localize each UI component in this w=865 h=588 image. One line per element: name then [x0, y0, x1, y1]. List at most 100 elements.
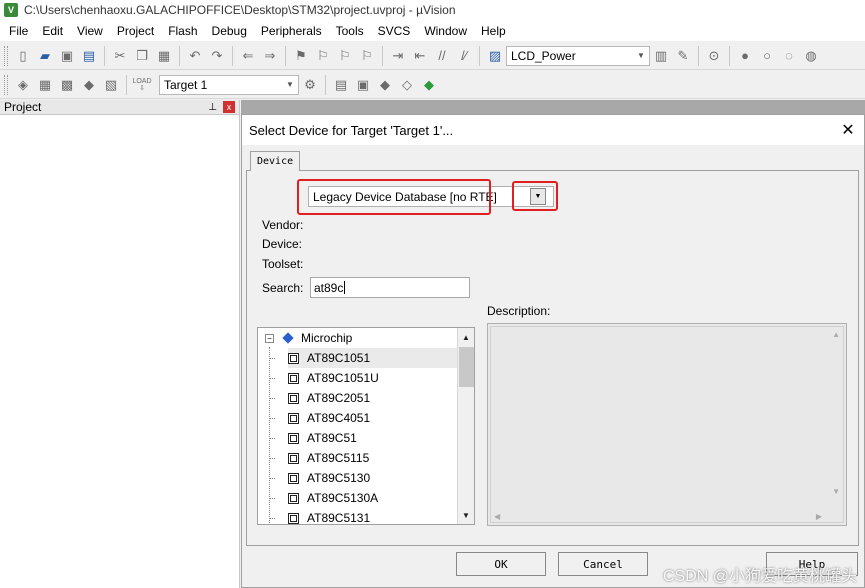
paste-icon[interactable]: ▦ [155, 47, 173, 65]
chip-icon [288, 352, 299, 364]
main-toolbar: ▯ ▰ ▣ ▤ ✂ ❐ ▦ ↶ ↷ ⇐ ⇒ ⚑ ⚐ ⚐ ⚐ ⇥ ⇤ // /⁄ … [0, 42, 865, 70]
scroll-up-icon[interactable]: ▲ [832, 330, 840, 339]
menu-peripherals[interactable]: Peripherals [254, 24, 329, 38]
search-input[interactable]: at89c [310, 277, 470, 298]
menu-window[interactable]: Window [417, 24, 474, 38]
uncomment-icon[interactable]: /⁄ [455, 47, 473, 65]
menu-file[interactable]: File [0, 24, 35, 38]
breakpoint-kill-icon[interactable]: ◍ [802, 47, 820, 65]
menu-help[interactable]: Help [474, 24, 513, 38]
breakpoint-disable-icon[interactable]: ◌ [780, 47, 798, 65]
bookmark-clear-icon[interactable]: ⚐ [358, 47, 376, 65]
navigate-back-icon[interactable]: ⇐ [239, 47, 257, 65]
tree-vendor-node[interactable]: − Microchip [258, 328, 458, 348]
close-icon[interactable]: x [223, 101, 235, 113]
indent-icon[interactable]: ⇥ [389, 47, 407, 65]
rebuild-icon[interactable]: ▩ [58, 76, 76, 94]
tree-scrollbar[interactable]: ▲ ▼ [457, 328, 474, 524]
find-in-files-icon[interactable]: ▨ [486, 47, 504, 65]
file-extensions-icon[interactable]: ▤ [332, 76, 350, 94]
copy-icon[interactable]: ❐ [133, 47, 151, 65]
toolbar-separator [232, 45, 233, 66]
chevron-down-icon[interactable]: ▼ [635, 50, 647, 62]
pin-icon[interactable]: ⊥ [208, 102, 217, 113]
menu-debug[interactable]: Debug [205, 24, 254, 38]
ok-button[interactable]: OK [456, 552, 546, 576]
translate-icon[interactable]: ◈ [14, 76, 32, 94]
bookmark-prev-icon[interactable]: ⚐ [314, 47, 332, 65]
tree-device-item[interactable]: AT89C5131 [288, 508, 458, 524]
bookmark-next-icon[interactable]: ⚐ [336, 47, 354, 65]
menu-svcs[interactable]: SVCS [371, 24, 418, 38]
chevron-down-icon[interactable]: ▼ [284, 79, 296, 91]
close-icon[interactable]: ✕ [838, 120, 858, 140]
tab-device[interactable]: Device [250, 151, 301, 171]
tree-device-item[interactable]: AT89C51 [288, 428, 458, 448]
chip-icon [288, 412, 299, 424]
stop-build-icon[interactable]: ▧ [102, 76, 120, 94]
toolset-label: Toolset: [262, 257, 304, 271]
menu-view[interactable]: View [70, 24, 110, 38]
menu-project[interactable]: Project [110, 24, 161, 38]
function-combo-value: LCD_Power [511, 48, 576, 63]
manage-components-icon[interactable]: ▣ [354, 76, 372, 94]
save-icon[interactable]: ▣ [58, 47, 76, 65]
chip-icon [288, 392, 299, 404]
new-file-icon[interactable]: ▯ [14, 47, 32, 65]
unindent-icon[interactable]: ⇤ [411, 47, 429, 65]
function-combo[interactable]: LCD_Power ▼ [506, 45, 650, 66]
menu-edit[interactable]: Edit [35, 24, 70, 38]
scroll-right-icon[interactable]: ▶ [816, 512, 822, 521]
scroll-down-icon[interactable]: ▼ [832, 487, 840, 496]
build-icon[interactable]: ▦ [36, 76, 54, 94]
rte-icon[interactable]: ◇ [398, 76, 416, 94]
tree-device-label: AT89C5130 [307, 471, 371, 485]
scroll-down-icon[interactable]: ▼ [458, 507, 474, 523]
tree-device-item[interactable]: AT89C5130 [288, 468, 458, 488]
tree-device-item[interactable]: AT89C5115 [288, 448, 458, 468]
tree-device-item[interactable]: AT89C4051 [288, 408, 458, 428]
project-panel: Project ⊥ x [0, 100, 240, 588]
navigate-forward-icon[interactable]: ⇒ [261, 47, 279, 65]
target-options-icon[interactable]: ⚙ [301, 76, 319, 94]
replace-icon[interactable]: ✎ [674, 47, 692, 65]
device-tree[interactable]: − Microchip AT89C1051 AT89C1051U AT89C20… [257, 327, 475, 525]
undo-icon[interactable]: ↶ [186, 47, 204, 65]
redo-icon[interactable]: ↷ [208, 47, 226, 65]
search-label: Search: [262, 281, 304, 295]
scrollbar-thumb[interactable] [459, 347, 474, 387]
project-panel-header: Project ⊥ x [0, 100, 239, 115]
zoom-icon[interactable]: ⊙ [705, 47, 723, 65]
breakpoint-insert-icon[interactable]: ● [736, 47, 754, 65]
cancel-button[interactable]: Cancel [558, 552, 648, 576]
menu-tools[interactable]: Tools [329, 24, 371, 38]
bookmark-toggle-icon[interactable]: ⚑ [292, 47, 310, 65]
window-titlebar: V C:\Users\chenhaoxu.GALACHIPOFFICE\Desk… [0, 0, 865, 20]
vendor-gem-icon [282, 332, 294, 344]
open-folder-icon[interactable]: ▰ [36, 47, 54, 65]
load-download-icon[interactable]: LOAD ⇩ [132, 76, 151, 94]
tree-device-item[interactable]: AT89C2051 [288, 388, 458, 408]
breakpoint-enable-icon[interactable]: ○ [758, 47, 776, 65]
tree-device-item[interactable]: AT89C1051U [288, 368, 458, 388]
menu-flash[interactable]: Flash [161, 24, 204, 38]
select-packs-icon[interactable]: ◆ [376, 76, 394, 94]
scroll-up-icon[interactable]: ▲ [458, 329, 474, 345]
target-combo[interactable]: Target 1 ▼ [159, 74, 299, 95]
toolbar-separator [729, 45, 730, 66]
scroll-left-icon[interactable]: ◀ [494, 512, 500, 521]
save-all-icon[interactable]: ▤ [80, 47, 98, 65]
toolbar-grip[interactable] [4, 74, 8, 95]
comment-icon[interactable]: // [433, 47, 451, 65]
cut-icon[interactable]: ✂ [111, 47, 129, 65]
toolbar-grip[interactable] [4, 45, 8, 66]
pack-installer-icon[interactable]: ◆ [420, 76, 438, 94]
tree-device-item[interactable]: AT89C5130A [288, 488, 458, 508]
chip-icon [288, 512, 299, 524]
find-icon[interactable]: ▥ [652, 47, 670, 65]
collapse-icon[interactable]: − [265, 334, 274, 343]
tree-guide-line [269, 438, 275, 439]
toolbar-separator [479, 45, 480, 66]
batch-build-icon[interactable]: ◆ [80, 76, 98, 94]
tree-device-item[interactable]: AT89C1051 [288, 348, 458, 368]
